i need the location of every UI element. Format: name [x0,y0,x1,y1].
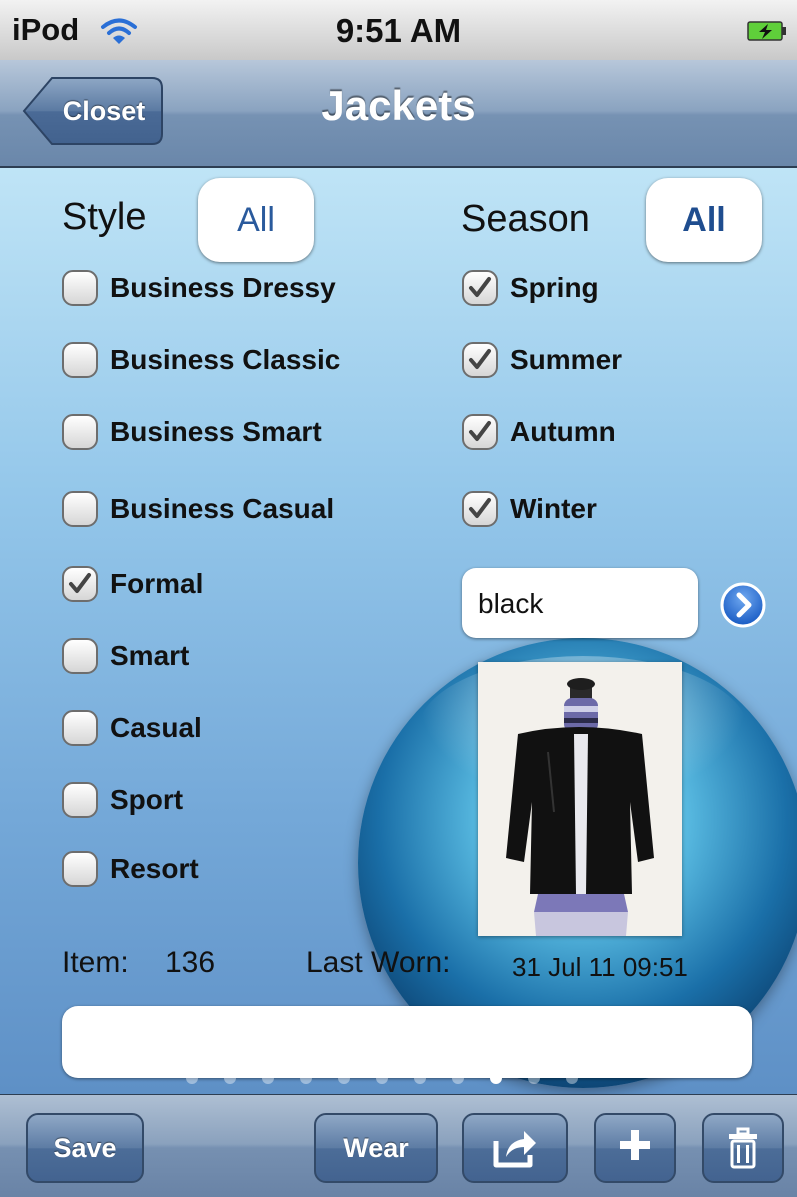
style-option-smart[interactable]: Smart [62,634,189,678]
season-option-spring[interactable]: Spring [462,266,599,310]
add-button[interactable] [594,1113,676,1183]
checkbox[interactable] [462,270,498,306]
style-option-business-casual[interactable]: Business Casual [62,487,334,531]
season-option-label: Winter [510,493,597,524]
share-icon [493,1131,536,1168]
checkbox[interactable] [462,342,498,378]
season-option-label: Autumn [510,416,616,447]
page-dot [452,1072,464,1084]
page-dot [490,1072,502,1084]
last-worn-label: Last Worn: [306,946,451,979]
page-dot [414,1072,426,1084]
checkmark-icon [469,421,491,441]
status-time: 9:51 AM [335,12,462,49]
color-input[interactable]: black [462,568,698,638]
page-dot [262,1072,274,1084]
filter-panel: Style All Season All Business Dressy Bus… [0,168,797,1094]
style-option-label: Business Casual [110,493,335,524]
season-option-label: Spring [510,272,599,303]
wear-button[interactable]: Wear [314,1113,438,1183]
checkbox[interactable] [62,414,98,450]
page-control[interactable] [186,1072,604,1084]
page-dot [376,1072,388,1084]
style-option-label: Resort [110,853,199,884]
season-all-button[interactable]: All [646,178,762,262]
item-label: Item: [62,946,129,979]
style-option-business-dressy[interactable]: Business Dressy [62,266,336,310]
season-option-winter[interactable]: Winter [462,487,597,531]
page-dot [338,1072,350,1084]
page-dot [300,1072,312,1084]
style-option-label: Smart [110,640,190,671]
style-option-label: Business Dressy [110,272,336,303]
checkmark-icon [469,277,491,297]
style-option-label: Formal [110,568,204,599]
style-option-sport[interactable]: Sport [62,778,183,822]
season-option-autumn[interactable]: Autumn [462,410,616,454]
style-option-formal[interactable]: Formal [62,562,203,606]
checkbox[interactable] [62,710,98,746]
checkmark-icon [69,573,91,593]
checkbox[interactable] [62,491,98,527]
style-option-business-smart[interactable]: Business Smart [62,410,322,454]
style-option-label: Business Smart [110,416,322,447]
style-option-label: Business Classic [110,344,341,375]
bottom-toolbar: Save Wear [0,1094,797,1197]
checkmark-icon [469,349,491,369]
navigation-bar: Closet Jackets [0,60,797,168]
season-label: Season [461,198,590,240]
checkbox[interactable] [462,491,498,527]
checkmark-icon [469,498,491,518]
style-label: Style [62,196,147,238]
style-option-casual[interactable]: Casual [62,706,202,750]
last-worn-value: 31 Jul 11 09:51 [512,952,688,982]
page-dot [186,1072,198,1084]
checkbox[interactable] [62,851,98,887]
season-option-summer[interactable]: Summer [462,338,622,382]
season-option-label: Summer [510,344,623,375]
checkbox[interactable] [62,782,98,818]
battery-charging-icon [747,20,787,42]
item-number: 136 [165,946,216,979]
checkbox[interactable] [62,270,98,306]
delete-button[interactable] [702,1113,784,1183]
status-bar: iPod 9:51 AM [0,0,797,61]
style-all-button[interactable]: All [198,178,314,262]
plus-icon [620,1130,650,1160]
notes-input[interactable] [62,1006,752,1078]
item-photo[interactable] [478,662,682,936]
checkbox[interactable] [462,414,498,450]
jacket-photo-illustration [478,662,682,936]
page-dot [528,1072,540,1084]
style-option-resort[interactable]: Resort [62,847,199,891]
checkbox[interactable] [62,566,98,602]
share-button[interactable] [462,1113,568,1183]
page-dot [566,1072,578,1084]
page-title: Jackets [321,82,476,129]
save-button[interactable]: Save [26,1113,144,1183]
chevron-right-circle-icon[interactable] [720,582,766,628]
style-option-label: Sport [110,784,184,815]
checkbox[interactable] [62,638,98,674]
page-dot [224,1072,236,1084]
style-option-label: Casual [110,712,202,743]
style-option-business-classic[interactable]: Business Classic [62,338,340,382]
trash-icon [729,1127,757,1169]
checkbox[interactable] [62,342,98,378]
